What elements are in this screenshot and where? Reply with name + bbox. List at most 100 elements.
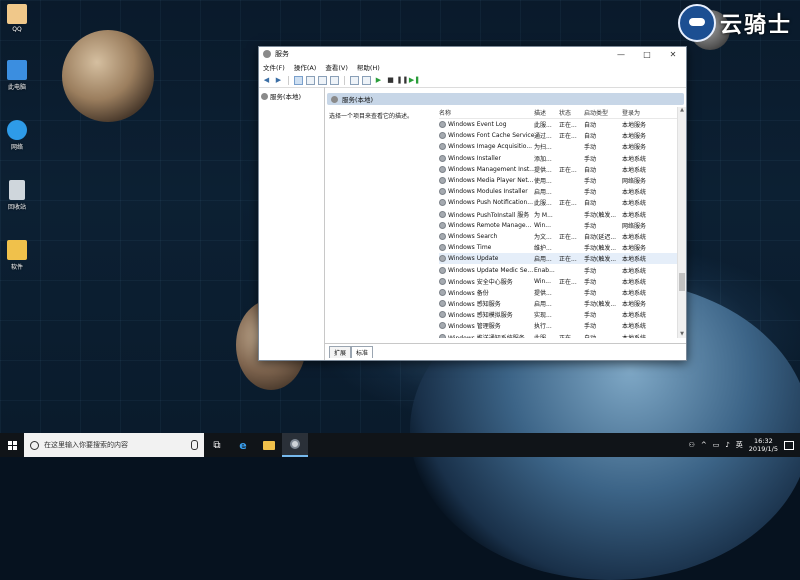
service-startup-cell: 手动 (584, 178, 597, 186)
service-status-cell: 正在... (559, 233, 577, 241)
menu-view[interactable]: 查看(V) (325, 62, 348, 72)
scroll-down-icon[interactable]: ▼ (678, 331, 686, 338)
task-view-icon[interactable]: ⧉ (204, 433, 230, 457)
maximize-button[interactable]: □ (634, 50, 660, 59)
service-row[interactable]: Windows 推送通知系统服务 此服...正在...自动本地系统 (439, 332, 678, 338)
desktop-icon-label: 软件 (10, 264, 23, 271)
back-arrow-icon[interactable]: ◀ (262, 76, 271, 85)
column-header-log-on-as[interactable]: 登录为 (622, 108, 654, 117)
folder-icon (263, 440, 275, 450)
column-header-description[interactable]: 描述 (534, 108, 559, 117)
stop-service-icon[interactable]: ■ (386, 76, 395, 85)
desktop-icon-software[interactable]: 软件 (2, 240, 32, 271)
forward-arrow-icon[interactable]: ▶ (274, 76, 283, 85)
service-row[interactable]: Windows Time 维护... 手动(触发... 本地服务 (439, 242, 678, 253)
services-list-header: 名称 描述 状态 启动类型 登录为 (439, 107, 678, 119)
console-tree: 服务(本地) (259, 87, 325, 360)
network-globe-icon (7, 120, 27, 140)
service-logon-cell: 本地系统 (622, 323, 647, 331)
column-header-name[interactable]: 名称 (439, 108, 534, 117)
edge-browser-button[interactable]: e (230, 433, 256, 457)
tab-extended[interactable]: 扩展 (329, 346, 352, 358)
service-description-cell: 启用... (534, 301, 552, 309)
taskbar-search-box[interactable]: 在这里输入你要搜索的内容 (24, 433, 204, 457)
desktop-icon-label: 此电脑 (7, 84, 26, 91)
action-pane-icon[interactable] (362, 75, 371, 85)
start-button[interactable] (0, 433, 24, 457)
column-header-startup-type[interactable]: 启动类型 (584, 108, 622, 117)
service-description-cell: 此服... (534, 333, 559, 338)
service-description-cell: 为 M... (534, 211, 553, 219)
volume-icon[interactable]: ♪ (725, 441, 729, 449)
service-row[interactable]: Windows 备份 提供... 手动 本地系统 (439, 287, 678, 298)
service-row[interactable]: Windows Event Log 此服... 正在... 自动 本地服务 (439, 119, 678, 130)
window-titlebar[interactable]: 服务 — □ ✕ (259, 47, 686, 61)
service-row[interactable]: Windows Remote Manage... Win... 手动 网络服务 (439, 220, 678, 231)
scrollbar-thumb[interactable] (679, 273, 685, 291)
service-name-cell: Windows Update Medic Se... (439, 266, 534, 274)
menu-file[interactable]: 文件(F) (263, 62, 285, 72)
show-hidden-icons-icon[interactable]: ^ (701, 441, 707, 449)
service-name: Windows PushToInstall 服务 (448, 211, 530, 219)
service-startup-cell: 自动 (584, 133, 597, 141)
people-icon[interactable]: ⚇ (689, 441, 695, 449)
service-startup-cell: 手动 (584, 222, 597, 230)
service-gear-icon (439, 333, 446, 338)
start-service-icon[interactable]: ▶ (374, 76, 383, 85)
pause-service-icon[interactable]: ❚❚ (397, 76, 409, 85)
service-startup-cell: 手动 (584, 267, 597, 275)
properties-icon[interactable] (306, 75, 315, 85)
desktop-icon-this-pc[interactable]: 此电脑 (2, 60, 32, 91)
column-header-status[interactable]: 状态 (559, 108, 584, 117)
desktop-icon-qq[interactable]: QQ (2, 4, 32, 33)
services-gear-icon (331, 95, 338, 103)
service-logon-cell: 本地服务 (622, 122, 647, 130)
minimize-button[interactable]: — (608, 50, 634, 59)
service-row[interactable]: Windows 感知模拟服务 实现... 手动 本地系统 (439, 309, 678, 320)
export-list-icon[interactable] (330, 75, 339, 85)
tree-item-services-local[interactable]: 服务(本地) (261, 91, 322, 101)
service-description-cell: Enab... (534, 266, 555, 274)
service-row[interactable]: Windows 安全中心服务 Win... 正在... 手动 本地系统 (439, 276, 678, 287)
help-icon[interactable] (350, 75, 359, 85)
menu-help[interactable]: 帮助(H) (357, 62, 380, 72)
service-row[interactable]: Windows Modules Installer 启用... 手动 本地系统 (439, 186, 678, 197)
vertical-scrollbar[interactable]: ▲ ▼ (677, 107, 686, 338)
microphone-icon[interactable] (191, 440, 198, 450)
service-row[interactable]: Windows 管理服务 执行... 手动 本地系统 (439, 320, 678, 331)
taskbar-clock[interactable]: 16:32 2019/1/5 (749, 437, 778, 453)
service-row[interactable]: Windows PushToInstall 服务为 M... 手动(触发... 本地… (439, 209, 678, 220)
show-hide-console-tree-icon[interactable] (294, 75, 303, 85)
desktop-icon-network[interactable]: 网络 (2, 120, 32, 151)
service-row[interactable]: Windows Management Inst... 提供... 正在... 自动 本地… (439, 164, 678, 175)
service-row[interactable]: Windows Font Cache Service 通过... 正在... 自动 本地… (439, 130, 678, 141)
service-row[interactable]: Windows Update 启用... 正在... 手动(触发... 本地系统 (439, 253, 678, 265)
service-row[interactable]: Windows Media Player Net... 使用... 手动 网络服务 (439, 175, 678, 186)
service-logon-cell: 本地服务 (622, 144, 647, 152)
menu-action[interactable]: 操作(A) (294, 62, 317, 72)
service-name: Windows 感知模拟服务 (448, 312, 513, 320)
service-row[interactable]: Windows Update Medic Se... Enab... 手动 本地系统 (439, 264, 678, 275)
service-row[interactable]: Windows Search 为文... 正在... 自动(延迟... 本地系统 (439, 231, 678, 242)
desktop-icon-recycle-bin[interactable]: 回收站 (2, 180, 32, 211)
watermark: 云骑士 (677, 4, 792, 42)
service-row[interactable]: Windows 感知服务 启用... 手动(触发... 本地服务 (439, 298, 678, 309)
scroll-up-icon[interactable]: ▲ (678, 107, 686, 114)
service-row[interactable]: Windows Installer 添加... 手动 本地系统 (439, 153, 678, 164)
window-title: 服务 (275, 50, 289, 58)
service-row[interactable]: Windows Image Acquisitio... 为扫... 手动 本地服务 (439, 141, 678, 152)
service-name-cell: Windows Font Cache Service (439, 132, 534, 140)
refresh-icon[interactable] (318, 75, 327, 85)
close-button[interactable]: ✕ (660, 50, 686, 59)
file-explorer-button[interactable] (256, 433, 282, 457)
service-row[interactable]: Windows Push Notification... 此服... 正在... 自动… (439, 197, 678, 208)
restart-service-icon[interactable]: ▶❚ (409, 76, 420, 85)
input-language-indicator[interactable]: 英 (736, 440, 743, 450)
service-name: Windows Installer (448, 154, 501, 162)
tab-standard[interactable]: 标准 (351, 346, 374, 358)
network-icon[interactable]: ▭ (713, 441, 720, 449)
service-name: Windows Management Inst... (448, 165, 534, 173)
service-description-cell: 启用... (534, 189, 552, 197)
services-taskbar-button[interactable] (282, 433, 308, 457)
action-center-icon[interactable] (784, 440, 794, 450)
